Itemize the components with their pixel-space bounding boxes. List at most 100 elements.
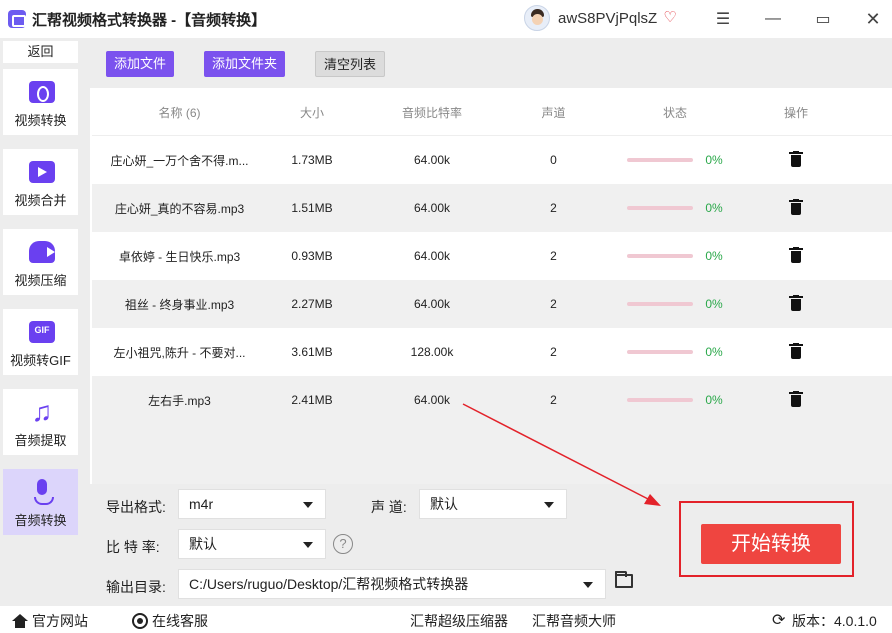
table-row[interactable]: 左右手.mp3 2.41MB 64.00k 2 0% [92, 376, 892, 424]
bitrate-value: 默认 [189, 536, 217, 552]
folder-icon[interactable] [615, 571, 633, 588]
sidebar-item-video-gif[interactable]: 视频转GIF [3, 309, 78, 375]
file-name: 卓依婷 - 生日快乐.mp3 [118, 249, 241, 264]
audio-master-label: 汇帮音频大师 [532, 613, 616, 629]
trash-icon[interactable] [789, 390, 803, 407]
start-convert-button[interactable]: 开始转换 [701, 524, 841, 564]
header-name[interactable]: 名称 (6) [92, 104, 267, 121]
sidebar-item-video-compress[interactable]: 视频压缩 [3, 229, 78, 295]
sidebar-item-label: 视频合并 [14, 193, 67, 208]
file-name: 左小祖咒,陈升 - 不要对... [113, 345, 246, 360]
file-status: 0% [600, 345, 750, 359]
progress-bar [627, 302, 694, 306]
progress-percent: 0% [705, 249, 723, 263]
file-status: 0% [600, 153, 750, 167]
file-channels: 2 [550, 393, 557, 407]
support-link[interactable]: 在线客服 [132, 611, 208, 631]
table-empty-area [92, 424, 892, 484]
format-value: m4r [189, 496, 214, 512]
sidebar-item-audio-extract[interactable]: 音频提取 [3, 389, 78, 455]
file-name: 祖丝 - 终身事业.mp3 [124, 297, 235, 312]
file-status: 0% [600, 249, 750, 263]
format-select[interactable]: m4r [178, 489, 326, 519]
file-status: 0% [600, 201, 750, 215]
home-icon [12, 614, 28, 628]
maximize-icon[interactable]: ▭ [808, 6, 838, 32]
minimize-icon[interactable]: — [758, 6, 788, 32]
video-convert-icon [29, 81, 55, 103]
trash-icon[interactable] [789, 246, 803, 263]
file-bitrate: 64.00k [413, 153, 451, 167]
progress-bar [627, 158, 694, 162]
file-name: 左右手.mp3 [148, 393, 211, 408]
progress-bar [627, 254, 694, 258]
file-channels: 2 [550, 249, 557, 263]
username[interactable]: awS8PVjPqlsZ [558, 10, 657, 27]
file-action [750, 390, 842, 410]
gif-icon [29, 321, 55, 343]
trash-icon[interactable] [789, 294, 803, 311]
header-bitrate[interactable]: 音频比特率 [357, 104, 507, 121]
vip-heart-icon[interactable]: ♡ [663, 10, 679, 26]
footer: 官方网站 在线客服 汇帮超级压缩器 汇帮音频大师 ⟳ 版本：4.0.1.0 [0, 606, 892, 633]
trash-icon[interactable] [789, 342, 803, 359]
video-merge-icon [29, 161, 55, 183]
file-bitrate: 64.00k [413, 297, 451, 311]
trash-icon[interactable] [789, 198, 803, 215]
table-header: 名称 (6) 大小 音频比特率 声道 状态 操作 [92, 90, 892, 136]
avatar[interactable] [524, 5, 550, 31]
title-bar: 汇帮视频格式转换器 -【音频转换】 awS8PVjPqlsZ ♡ ☰ — ▭ ✕ [0, 0, 892, 38]
sidebar: 返回 视频转换 视频合并 视频压缩 视频转GIF 音频提取 音频转换 [0, 38, 90, 606]
add-folder-button[interactable]: 添加文件夹 [204, 51, 286, 77]
header-channels[interactable]: 声道 [507, 104, 600, 121]
file-channels: 2 [550, 345, 557, 359]
table-row[interactable]: 左小祖咒,陈升 - 不要对... 3.61MB 128.00k 2 0% [92, 328, 892, 376]
file-size: 0.93MB [291, 249, 333, 263]
add-file-button[interactable]: 添加文件 [106, 51, 175, 77]
table-row[interactable]: 庄心妍_一万个舍不得.m... 1.73MB 64.00k 0 0% [92, 136, 892, 184]
file-size: 1.51MB [291, 201, 333, 215]
support-label: 在线客服 [152, 613, 208, 629]
clear-list-button[interactable]: 清空列表 [315, 51, 386, 77]
table-row[interactable]: 庄心妍_真的不容易.mp3 1.51MB 64.00k 2 0% [92, 184, 892, 232]
file-status: 0% [600, 297, 750, 311]
back-button[interactable]: 返回 [3, 41, 78, 63]
file-table: 名称 (6) 大小 音频比特率 声道 状态 操作 庄心妍_一万个舍不得.m...… [92, 90, 892, 424]
table-row[interactable]: 祖丝 - 终身事业.mp3 2.27MB 64.00k 2 0% [92, 280, 892, 328]
sidebar-item-audio-convert[interactable]: 音频转换 [3, 469, 78, 535]
output-label: 输出目录: [106, 579, 166, 595]
channel-select[interactable]: 默认 [419, 489, 567, 519]
file-action [750, 246, 842, 266]
file-channels: 2 [550, 201, 557, 215]
progress-percent: 0% [705, 393, 723, 407]
table-row[interactable]: 卓依婷 - 生日快乐.mp3 0.93MB 64.00k 2 0% [92, 232, 892, 280]
progress-percent: 0% [705, 153, 723, 167]
output-dir-select[interactable]: C:/Users/ruguo/Desktop/汇帮视频格式转换器 [178, 569, 606, 599]
chevron-down-icon [303, 502, 313, 508]
compressor-link[interactable]: 汇帮超级压缩器 [410, 611, 508, 631]
channel-value: 默认 [430, 496, 458, 512]
channel-label: 声 道: [371, 499, 407, 515]
sidebar-item-video-convert[interactable]: 视频转换 [3, 69, 78, 135]
sidebar-item-video-merge[interactable]: 视频合并 [3, 149, 78, 215]
header-size[interactable]: 大小 [267, 104, 357, 121]
audio-master-link[interactable]: 汇帮音频大师 [532, 611, 616, 631]
menu-icon[interactable]: ☰ [708, 6, 738, 32]
bitrate-select[interactable]: 默认 [178, 529, 326, 559]
video-compress-icon [29, 241, 55, 263]
trash-icon[interactable] [789, 150, 803, 167]
sidebar-item-label: 视频转GIF [10, 353, 71, 368]
file-size: 2.41MB [291, 393, 333, 407]
close-icon[interactable]: ✕ [858, 6, 888, 32]
progress-bar [627, 350, 694, 354]
version-info[interactable]: ⟳ 版本：4.0.1.0 [772, 611, 877, 631]
refresh-icon: ⟳ [772, 612, 786, 629]
help-icon[interactable]: ? [333, 534, 353, 554]
window-title: 汇帮视频格式转换器 -【音频转换】 [32, 11, 267, 29]
app-logo-icon [8, 10, 26, 28]
sidebar-item-label: 音频转换 [14, 513, 67, 528]
progress-percent: 0% [705, 297, 723, 311]
progress-percent: 0% [705, 201, 723, 215]
website-link[interactable]: 官方网站 [12, 611, 88, 631]
user-area[interactable]: awS8PVjPqlsZ ♡ [524, 5, 679, 31]
